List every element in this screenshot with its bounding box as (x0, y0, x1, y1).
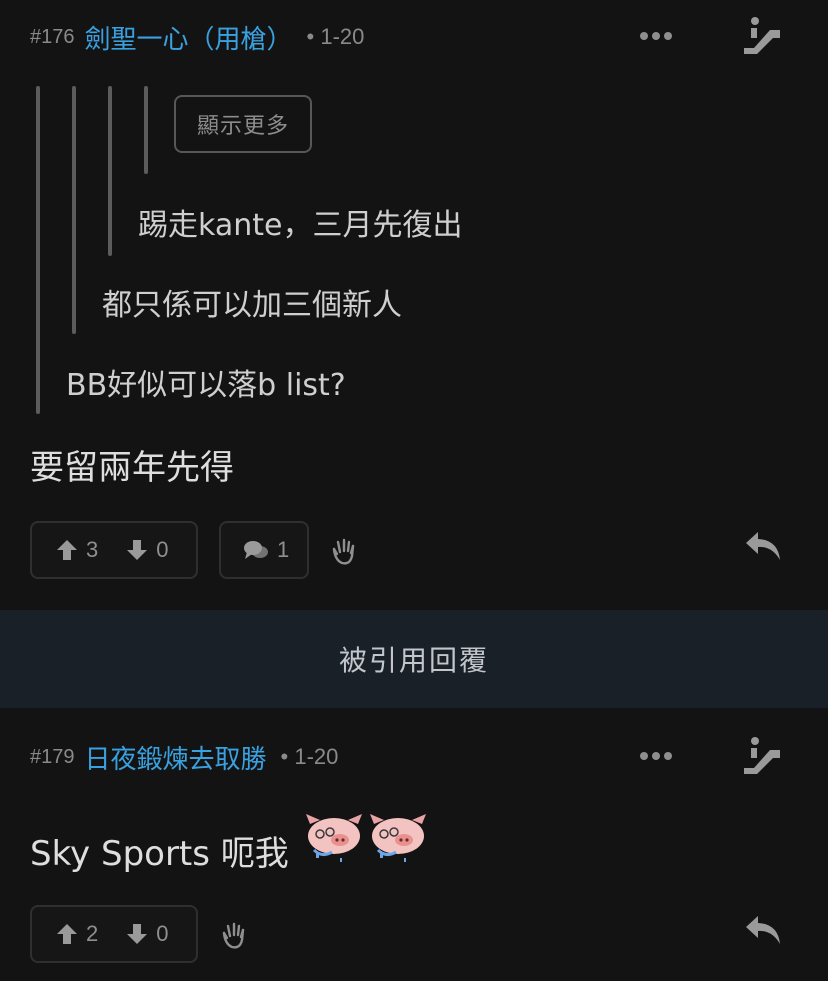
pig-emoji (306, 814, 362, 862)
downvote-button[interactable]: 0 (126, 537, 169, 563)
upvote-count: 2 (86, 921, 99, 946)
reply-icon[interactable] (744, 914, 782, 946)
hand-icon[interactable] (331, 538, 357, 566)
escalator-icon[interactable] (742, 736, 784, 774)
post-header: #179 日夜鍛煉去取勝 • 1-20 (30, 737, 338, 777)
show-more-button[interactable]: 顯示更多 (174, 95, 312, 153)
vote-box: 3 0 (30, 521, 198, 579)
pig-emoji (370, 814, 426, 862)
downvote-count: 0 (156, 537, 169, 562)
username-link[interactable]: 日夜鍛煉去取勝 (85, 739, 267, 776)
quote-bar-level-3 (108, 86, 112, 256)
comment-button[interactable]: 1 (219, 521, 309, 579)
quote-text-level-2: 都只係可以加三個新人 (102, 288, 402, 323)
arrow-down-icon (127, 540, 148, 560)
quote-bar-level-4 (144, 86, 148, 174)
post-number: #179 (30, 745, 75, 768)
more-dots-icon[interactable] (636, 26, 676, 46)
arrow-up-icon (57, 540, 77, 560)
post-body: 要留兩年先得 (30, 448, 234, 488)
arrow-down-icon (127, 924, 148, 944)
upvote-button[interactable]: 3 (56, 537, 98, 563)
post-date: • 1-20 (280, 744, 339, 769)
vote-box: 2 0 (30, 905, 198, 963)
username-link[interactable]: 劍聖一心（用槍） (85, 19, 293, 56)
post-header: #176 劍聖一心（用槍） • 1-20 (30, 17, 364, 57)
upvote-count: 3 (86, 537, 99, 562)
arrow-up-icon (57, 924, 77, 944)
downvote-count: 0 (156, 921, 169, 946)
upvote-button[interactable]: 2 (56, 921, 98, 947)
escalator-icon[interactable] (742, 16, 784, 54)
downvote-button[interactable]: 0 (126, 921, 169, 947)
quote-text-level-1: BB好似可以落b list? (66, 368, 346, 403)
more-dots-icon[interactable] (636, 746, 676, 766)
comment-icon (244, 541, 268, 559)
quote-bar-level-2 (72, 86, 76, 334)
post-body: Sky Sports 呃我 (30, 834, 289, 874)
quote-bar-level-1 (36, 86, 40, 414)
hand-icon[interactable] (221, 922, 247, 950)
quote-text-level-3: 踢走kante，三月先復出 (138, 208, 463, 243)
comment-count: 1 (277, 537, 290, 562)
reply-icon[interactable] (744, 530, 782, 562)
post-number: #176 (30, 25, 75, 48)
post-date: • 1-20 (306, 24, 365, 49)
quoted-replies-button[interactable]: 被引用回覆 (0, 610, 828, 708)
